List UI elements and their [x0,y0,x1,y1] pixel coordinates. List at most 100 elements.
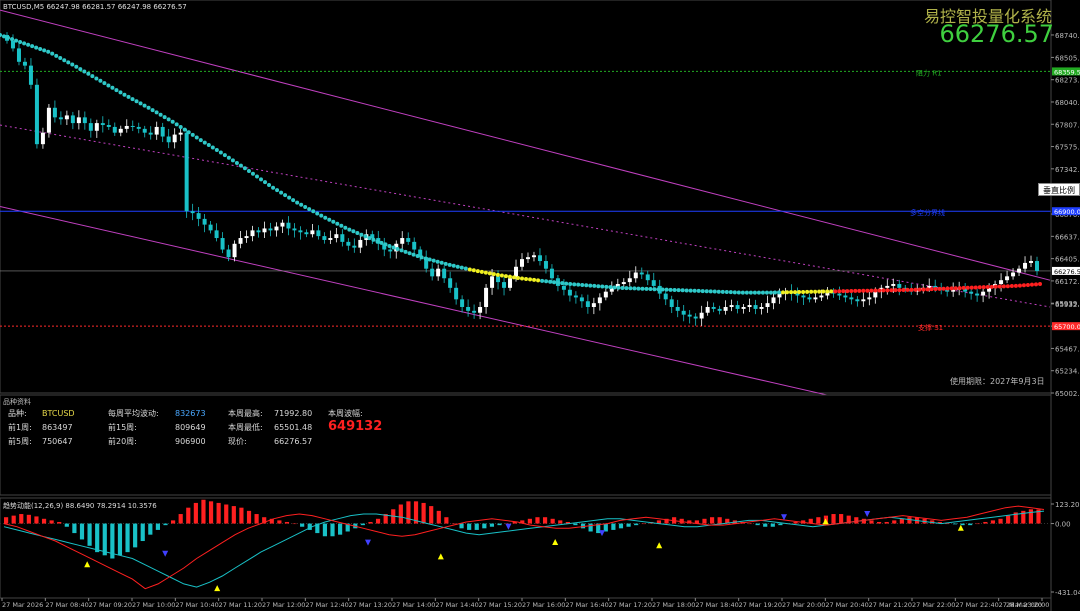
bull-candle [1011,272,1016,277]
osc-bar-positive [246,510,252,524]
ma-dot [230,158,235,163]
bull-candle [118,128,123,133]
bear-candle [687,314,692,317]
bull-candle [232,243,237,258]
ma-dot [837,289,842,294]
price-pane[interactable]: 阻力 R1 多空分界线支撑 S1 [0,0,1052,447]
bear-candle [136,126,141,129]
bull-candle [621,282,626,285]
ma-dot [299,202,304,207]
ma-dot [455,264,460,269]
osc-bar-positive [398,504,403,524]
ma-dot [909,287,914,292]
time-label: 27 Mar 13:20 [349,601,392,609]
osc-bar-positive [1028,509,1033,524]
ma-dot [885,288,890,293]
info-value: 71992.80 [274,409,313,418]
ma-dot [748,290,753,295]
info-panel [0,394,1052,599]
time-label: 27 Mar 14:00 [392,601,435,609]
ma-dot [423,256,428,261]
ma-dot [391,245,396,250]
osc-bar-negative [474,523,479,530]
ma-dot [925,287,930,292]
bull-candle [633,272,638,279]
ma-dot [572,282,577,287]
ma-dot [263,180,268,185]
ma-dot [38,46,43,51]
bull-candle [765,303,770,307]
time-label: 27 Mar 18:40 [695,601,738,609]
trading-chart[interactable]: 阻力 R1 多空分界线支撑 S1 68740.20 68505.90 68273.25… [0,0,1080,611]
osc-bar-negative [322,523,328,537]
ma-dot [640,286,645,291]
ma-dot [845,289,850,294]
ma-dot [234,160,239,165]
bear-candle [663,293,668,300]
ma-dot [303,204,308,209]
bear-candle [130,125,135,127]
ma-dot [246,168,251,173]
oscillator-pane[interactable]: 123.2005 0.00 -431.0446 [0,499,1080,597]
bear-candle [214,230,219,239]
vertical-scale-button[interactable]: 垂直比例 [1038,183,1080,196]
time-label: 28 Mar 00:00 [1006,601,1049,609]
ma-dot [873,288,878,293]
bear-candle [58,117,63,120]
bull-candle [627,278,632,283]
ma-dot [359,232,364,237]
bear-candle [184,132,189,212]
osc-bar-negative [360,523,365,526]
ma-dot [214,148,219,153]
time-label: 27 Mar 16:40 [565,601,608,609]
ma-dot [632,286,637,291]
ma-dot [250,171,255,176]
osc-bar-negative [778,523,783,526]
ma-dot [222,153,227,158]
osc-bar-positive [436,510,441,524]
bear-candle [304,232,309,235]
ma-dot [688,288,693,293]
price-tick-label: 66172.35 [1055,278,1080,286]
bull-candle [334,234,339,239]
bull-candle [76,117,81,124]
info-key: 品种: [8,409,27,418]
price-tick-label: 66637.65 [1055,233,1080,241]
ma-dot [194,135,199,140]
ma-dot [825,289,830,294]
ma-dot [507,274,512,279]
time-label: 27 Mar 21:20 [869,601,912,609]
bear-candle [100,123,105,126]
symbol-info: BTCUSD,M5 66247.98 66281.57 66247.98 662… [3,3,187,11]
price-tick-label: 68273.25 [1055,77,1080,85]
buy-signal-arrow [552,539,559,546]
bear-candle [142,128,147,133]
ma-dot [499,273,504,278]
osc-bar-negative [573,523,578,526]
ma-dot [841,289,846,294]
ma-dot [419,255,424,260]
osc-bar-positive [375,518,381,524]
ma-dot [556,280,561,285]
ma-dot [511,275,516,280]
bear-candle [268,228,273,231]
ma-dot [102,81,107,86]
ma-dot [893,288,898,293]
ma-dot [90,74,95,79]
ma-dot [696,288,701,293]
ma-dot [985,284,990,289]
bull-candle [867,297,872,300]
ma-dot [62,58,67,63]
ma-dot [335,221,340,226]
info-panel-title: 品种资料 [3,398,31,406]
osc-bar-negative [95,523,100,553]
bear-candle [448,278,453,288]
time-label: 27 Mar 12:00 [262,601,305,609]
ma-dot [279,190,284,195]
ma-dot [764,290,769,295]
price-axis[interactable]: 68740.20 68505.90 68273.25 68040.60 67807.95… [1050,0,1080,611]
osc-bar-positive [550,518,555,524]
ma-dot [857,288,862,293]
sell-signal-arrow [162,550,169,557]
ma-dot [536,278,541,283]
